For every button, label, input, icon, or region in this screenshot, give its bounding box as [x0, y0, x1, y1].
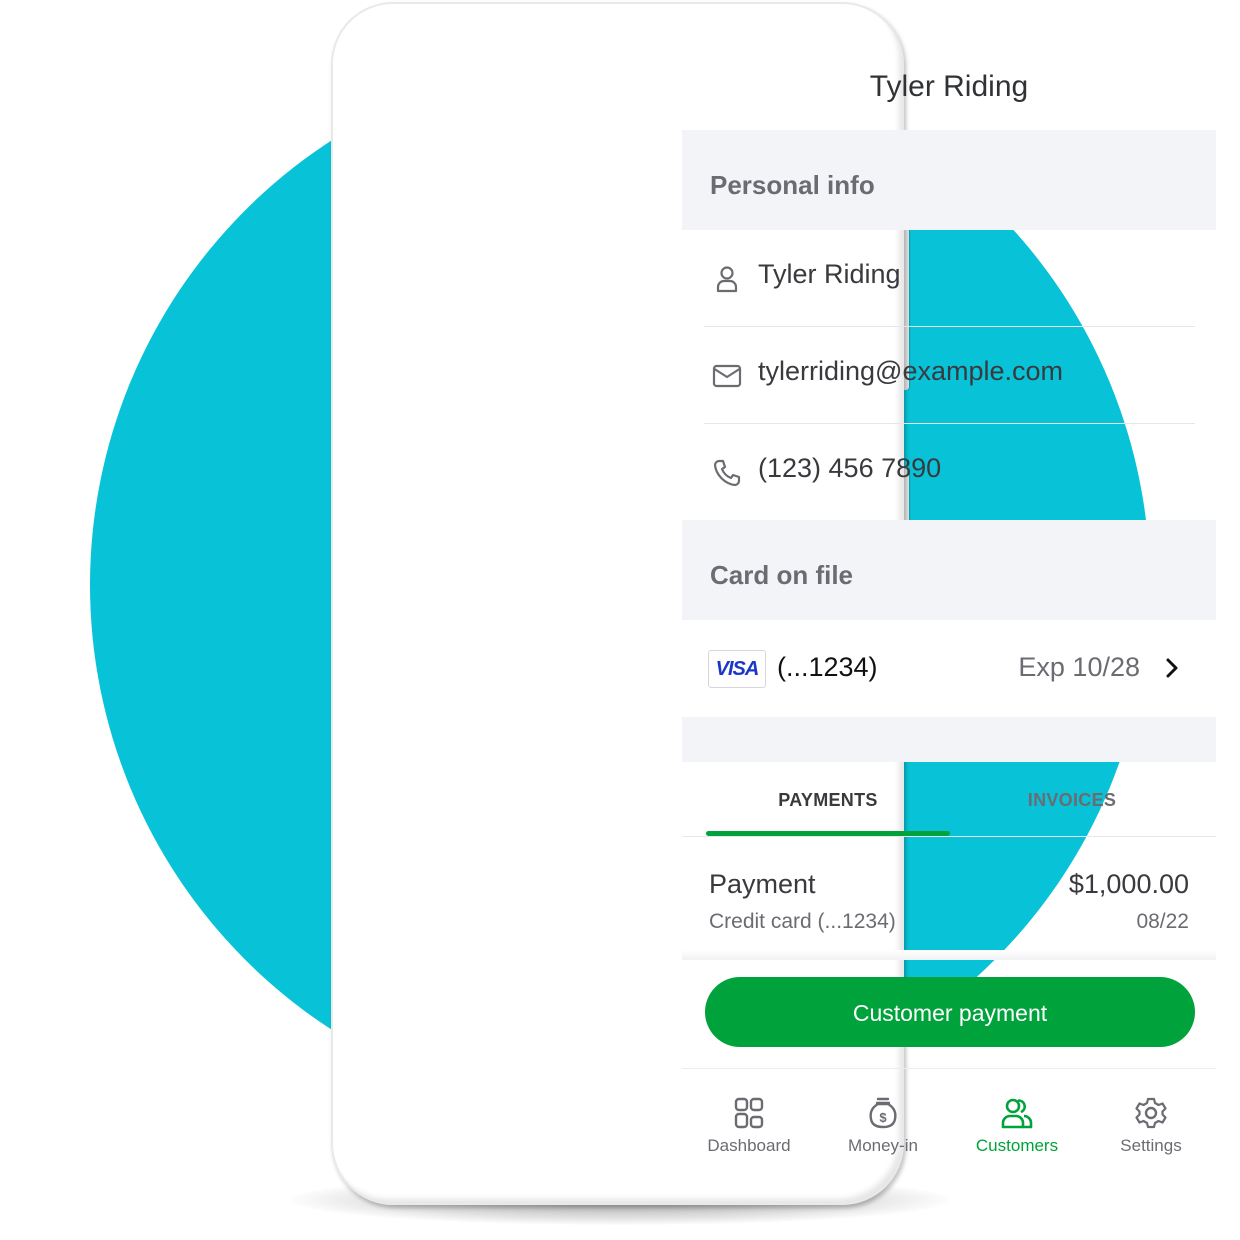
nav-item-customers[interactable]: Customers: [950, 1096, 1084, 1156]
card-expiry: Exp 10/28: [1018, 652, 1140, 682]
card-on-file-heading: Card on file: [710, 560, 854, 590]
nav-item-settings[interactable]: Settings: [1084, 1096, 1216, 1156]
nav-item-money-in[interactable]: $ Money-in: [816, 1096, 950, 1156]
nav-label-customers: Customers: [975, 1136, 1059, 1155]
payment-title: Payment: [709, 869, 816, 899]
active-tab-indicator: [706, 831, 950, 836]
dashboard-grid-icon: [734, 1097, 764, 1129]
nav-label-money-in: Money-in: [848, 1136, 918, 1155]
payment-method: Credit card (...1234): [709, 910, 896, 933]
contact-row-phone[interactable]: (123) 456 7890: [682, 425, 1216, 521]
cta-container: Customer payment: [682, 960, 1216, 1069]
phone-icon: [713, 459, 741, 487]
personal-info-heading: Personal info: [710, 170, 875, 200]
contact-row-name[interactable]: Tyler Riding: [682, 231, 1216, 327]
personal-info-section-header: Personal info: [682, 130, 1216, 230]
envelope-icon: [712, 364, 742, 388]
person-icon: [716, 266, 738, 293]
card-number: (...1234): [777, 652, 878, 682]
customer-payment-button[interactable]: Customer payment: [705, 977, 1195, 1047]
tab-bar: PAYMENTS INVOICES: [682, 762, 1216, 837]
card-on-file-section-header: Card on file: [682, 520, 1216, 620]
customers-icon: [1001, 1098, 1033, 1129]
nav-item-dashboard[interactable]: Dashboard: [682, 1096, 816, 1156]
section-spacer: [682, 717, 1216, 762]
tab-invoices[interactable]: INVOICES: [950, 790, 1194, 811]
contact-phone: (123) 456 7890: [758, 453, 942, 483]
chevron-right-icon[interactable]: [1162, 656, 1182, 680]
divider: [704, 326, 1195, 327]
list-fade: [682, 950, 1216, 960]
nav-label-settings: Settings: [1120, 1136, 1182, 1155]
visa-logo-icon: VISA: [708, 650, 766, 688]
phone-frame: Tyler Riding Personal info Tyler Riding …: [331, 2, 1216, 1205]
payment-date: 08/22: [1136, 910, 1189, 933]
page-title: Tyler Riding: [869, 70, 1029, 103]
tab-payments[interactable]: PAYMENTS: [706, 790, 950, 811]
contact-row-email[interactable]: tylerriding@example.com: [682, 328, 1216, 424]
contact-email: tylerriding@example.com: [758, 356, 1064, 386]
money-bag-icon: $: [869, 1097, 897, 1129]
gear-icon: [1135, 1097, 1167, 1129]
divider: [704, 423, 1195, 424]
svg-text:$: $: [879, 1110, 887, 1125]
phone-screen: Tyler Riding Personal info Tyler Riding …: [682, 22, 1216, 1182]
contact-name: Tyler Riding: [758, 259, 901, 289]
card-on-file-row[interactable]: VISA (...1234) Exp 10/28: [682, 620, 1216, 717]
payment-list-item[interactable]: Payment Credit card (...1234) $1,000.00 …: [682, 837, 1216, 957]
bottom-nav: Dashboard $ Money-in Customers Settings: [682, 1082, 1216, 1172]
payment-amount: $1,000.00: [1068, 869, 1189, 899]
nav-label-dashboard: Dashboard: [707, 1136, 791, 1155]
